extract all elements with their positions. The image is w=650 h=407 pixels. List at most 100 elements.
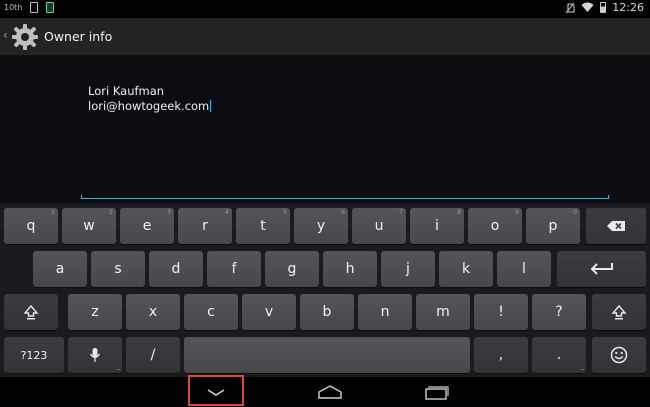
- back-chevron-icon[interactable]: ‹: [3, 28, 8, 42]
- key-exclamation[interactable]: !: [474, 294, 528, 330]
- key-b[interactable]: b: [300, 294, 354, 330]
- key-n-label: n: [380, 304, 390, 320]
- key-a[interactable]: a: [33, 251, 87, 287]
- settings-gear-icon[interactable]: [10, 22, 40, 52]
- battery-icon: [600, 2, 607, 13]
- key-slash[interactable]: /: [126, 337, 180, 373]
- key-h-label: h: [345, 261, 355, 277]
- text-field-underline: [81, 195, 609, 199]
- recent-apps-button[interactable]: [408, 377, 464, 407]
- key-t[interactable]: t5: [236, 208, 290, 244]
- key-g[interactable]: g: [265, 251, 319, 287]
- text-caret: [210, 100, 212, 112]
- highlight-box: [188, 375, 244, 406]
- key-e[interactable]: e3: [120, 208, 174, 244]
- key-q[interactable]: q1: [4, 208, 58, 244]
- key-w[interactable]: w2: [62, 208, 116, 244]
- key-z-label: z: [91, 304, 99, 320]
- key-p[interactable]: p0: [526, 208, 580, 244]
- key-v[interactable]: v: [242, 294, 296, 330]
- key-k[interactable]: k: [439, 251, 493, 287]
- symbols-key[interactable]: ?123: [4, 337, 64, 373]
- enter-key[interactable]: [557, 251, 646, 287]
- key-s[interactable]: s: [91, 251, 145, 287]
- key-n[interactable]: n: [358, 294, 412, 330]
- key-e-hint: 3: [167, 209, 171, 216]
- shift-key-left[interactable]: [4, 294, 58, 330]
- key-d[interactable]: d: [149, 251, 203, 287]
- key-t-label: t: [260, 218, 266, 234]
- key-p-hint: 0: [573, 209, 577, 216]
- backspace-key[interactable]: [586, 208, 646, 244]
- key-w-hint: 2: [109, 209, 113, 216]
- emoji-key[interactable]: [592, 337, 646, 373]
- key-r-label: r: [202, 218, 208, 234]
- key-f[interactable]: f: [207, 251, 261, 287]
- key-z[interactable]: z: [68, 294, 122, 330]
- key-period[interactable]: ....: [532, 337, 586, 373]
- key-s-label: s: [114, 261, 122, 277]
- enter-icon: [589, 262, 615, 276]
- voice-input-key-more-hint: ...: [116, 365, 120, 372]
- no-sim-icon: [565, 2, 575, 13]
- home-icon: [318, 385, 342, 399]
- key-slash-label: /: [150, 347, 156, 363]
- key-x-label: x: [148, 304, 158, 320]
- key-j-label: j: [406, 261, 410, 277]
- owner-info-panel: Lori Kaufman lori@howtogeek.com: [0, 56, 650, 203]
- key-comma[interactable]: ,: [474, 337, 528, 373]
- home-button[interactable]: [302, 377, 358, 407]
- symbols-key-label: ?123: [20, 348, 48, 362]
- key-o-label: o: [490, 218, 500, 234]
- key-m[interactable]: m: [416, 294, 470, 330]
- navigation-bar: [0, 377, 650, 407]
- key-g-label: g: [287, 261, 297, 277]
- key-o[interactable]: o9: [468, 208, 522, 244]
- owner-info-line-1: Lori Kaufman: [88, 84, 165, 98]
- backspace-icon: [606, 220, 626, 232]
- key-j[interactable]: j: [381, 251, 435, 287]
- spacebar[interactable]: [184, 337, 470, 373]
- key-period-label: .: [556, 347, 562, 363]
- screenshot-icon: [30, 2, 39, 13]
- owner-info-field[interactable]: Lori Kaufman lori@howtogeek.com: [88, 84, 212, 114]
- key-k-label: k: [461, 261, 471, 277]
- page-title: Owner info: [44, 29, 113, 44]
- key-r-hint: 4: [225, 209, 229, 216]
- key-f-label: f: [231, 261, 237, 277]
- key-comma-label: ,: [498, 347, 504, 363]
- key-y-hint: 6: [341, 209, 345, 216]
- key-p-label: p: [548, 218, 558, 234]
- status-bar: 10th 12:26: [0, 0, 650, 18]
- key-c-label: c: [207, 304, 215, 320]
- smiley-icon: [610, 346, 628, 364]
- key-l-label: l: [522, 261, 526, 277]
- status-date: 10th: [4, 3, 23, 12]
- key-q-label: q: [26, 218, 36, 234]
- shift-icon: [611, 304, 627, 320]
- wifi-icon: [581, 2, 594, 12]
- key-y-label: y: [316, 218, 326, 234]
- voice-input-key[interactable]: ...: [68, 337, 122, 373]
- key-question[interactable]: ?: [532, 294, 586, 330]
- microphone-icon: [89, 347, 101, 363]
- key-i-label: i: [435, 218, 439, 234]
- key-h[interactable]: h: [323, 251, 377, 287]
- key-w-label: w: [83, 218, 95, 234]
- shift-key-right[interactable]: [592, 294, 646, 330]
- key-y[interactable]: y6: [294, 208, 348, 244]
- key-l[interactable]: l: [497, 251, 551, 287]
- key-b-label: b: [322, 304, 332, 320]
- key-i[interactable]: i8: [410, 208, 464, 244]
- key-c[interactable]: c: [184, 294, 238, 330]
- owner-info-line-2: lori@howtogeek.com: [88, 99, 210, 113]
- key-x[interactable]: x: [126, 294, 180, 330]
- key-u-label: u: [374, 218, 384, 234]
- key-m-label: m: [436, 304, 450, 320]
- key-r[interactable]: r4: [178, 208, 232, 244]
- key-period-more-hint: ...: [580, 365, 584, 372]
- key-o-hint: 9: [515, 209, 519, 216]
- key-u[interactable]: u7: [352, 208, 406, 244]
- key-t-hint: 5: [283, 209, 287, 216]
- action-bar: ‹ Owner info: [0, 18, 650, 56]
